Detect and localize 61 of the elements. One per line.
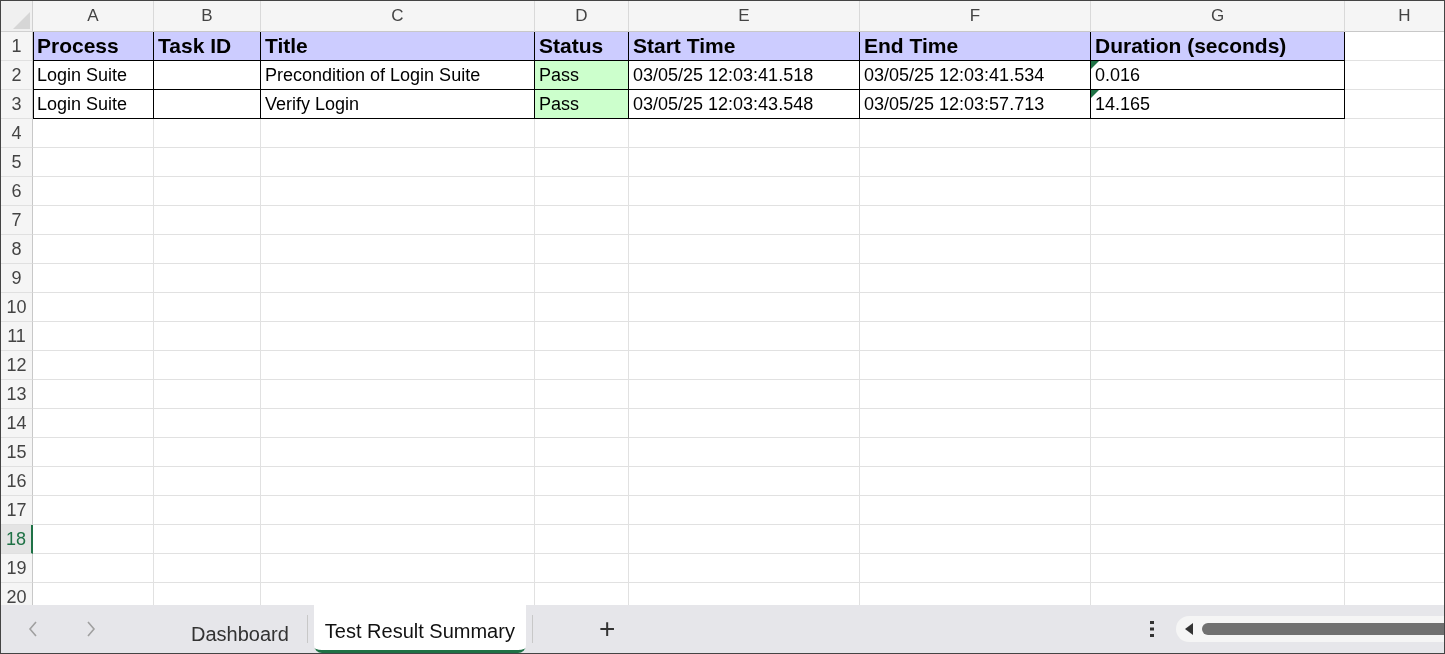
table-cell: Verify Login bbox=[261, 90, 535, 119]
row-header[interactable]: 20 bbox=[1, 583, 33, 605]
horizontal-scrollbar[interactable] bbox=[1176, 616, 1444, 642]
error-indicator-icon bbox=[1091, 90, 1099, 98]
scroll-left-icon[interactable] bbox=[1184, 623, 1194, 635]
column-header[interactable]: E bbox=[629, 1, 860, 32]
column-title-cell: Task ID bbox=[154, 32, 261, 61]
row-header[interactable]: 1 bbox=[1, 32, 33, 61]
add-sheet-button[interactable]: + bbox=[592, 612, 622, 646]
table-cell: 03/05/25 12:03:43.548 bbox=[629, 90, 860, 119]
column-header[interactable]: B bbox=[154, 1, 261, 32]
row-header[interactable]: 10 bbox=[1, 293, 33, 322]
column-header[interactable]: A bbox=[33, 1, 154, 32]
previous-sheet-icon[interactable] bbox=[27, 620, 39, 638]
row-header[interactable]: 11 bbox=[1, 322, 33, 351]
row-header[interactable]: 5 bbox=[1, 148, 33, 177]
row-header[interactable]: 2 bbox=[1, 61, 33, 90]
table-cell: Pass bbox=[535, 90, 629, 119]
column-header[interactable]: C bbox=[261, 1, 535, 32]
row-header[interactable]: 9 bbox=[1, 264, 33, 293]
sheet-tab[interactable]: Dashboard bbox=[179, 605, 301, 653]
column-header[interactable]: D bbox=[535, 1, 629, 32]
more-options-icon[interactable] bbox=[1150, 621, 1154, 637]
corner-triangle-icon bbox=[13, 12, 30, 29]
table-cell: 03/05/25 12:03:41.518 bbox=[629, 61, 860, 90]
row-header[interactable]: 15 bbox=[1, 438, 33, 467]
column-title-cell: End Time bbox=[860, 32, 1091, 61]
select-all-corner[interactable] bbox=[1, 1, 33, 32]
row-header[interactable]: 18 bbox=[1, 525, 33, 554]
sheet-tab[interactable]: Test Result Summary bbox=[313, 605, 526, 653]
row-header[interactable]: 4 bbox=[1, 119, 33, 148]
table-cell: 14.165 bbox=[1091, 90, 1345, 119]
column-title-cell: Duration (seconds) bbox=[1091, 32, 1345, 61]
column-title-cell: Status bbox=[535, 32, 629, 61]
empty-cell[interactable] bbox=[154, 61, 261, 90]
row-header[interactable]: 13 bbox=[1, 380, 33, 409]
row-header[interactable]: 8 bbox=[1, 235, 33, 264]
row-header[interactable]: 7 bbox=[1, 206, 33, 235]
table-cell: Precondition of Login Suite bbox=[261, 61, 535, 90]
next-sheet-icon[interactable] bbox=[85, 620, 97, 638]
row-header[interactable]: 3 bbox=[1, 90, 33, 119]
table-cell: 0.016 bbox=[1091, 61, 1345, 90]
column-header[interactable]: G bbox=[1091, 1, 1345, 32]
empty-cell[interactable] bbox=[154, 90, 261, 119]
column-title-cell: Title bbox=[261, 32, 535, 61]
row-header[interactable]: 14 bbox=[1, 409, 33, 438]
table-cell: Login Suite bbox=[33, 90, 154, 119]
row-header[interactable]: 12 bbox=[1, 351, 33, 380]
row-header[interactable]: 6 bbox=[1, 177, 33, 206]
column-header[interactable]: F bbox=[860, 1, 1091, 32]
table-cell: 03/05/25 12:03:57.713 bbox=[860, 90, 1091, 119]
table-cell: Login Suite bbox=[33, 61, 154, 90]
scrollbar-thumb[interactable] bbox=[1202, 623, 1444, 635]
table-cell: Pass bbox=[535, 61, 629, 90]
table-cell: 03/05/25 12:03:41.534 bbox=[860, 61, 1091, 90]
row-header[interactable]: 19 bbox=[1, 554, 33, 583]
row-header[interactable]: 16 bbox=[1, 467, 33, 496]
row-header[interactable]: 17 bbox=[1, 496, 33, 525]
column-title-cell: Process bbox=[33, 32, 154, 61]
column-title-cell: Start Time bbox=[629, 32, 860, 61]
column-header[interactable]: H bbox=[1345, 1, 1444, 32]
